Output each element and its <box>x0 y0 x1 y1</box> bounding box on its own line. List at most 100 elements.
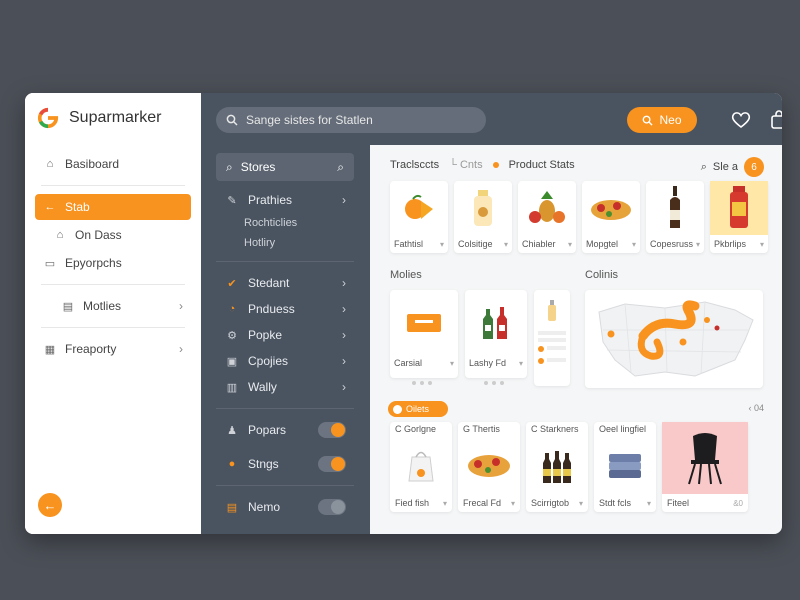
search-input[interactable]: Sange sistes for Statlen <box>216 107 486 133</box>
map-icon <box>598 300 754 377</box>
box-image <box>390 290 458 354</box>
chart-icon: ▥ <box>226 381 238 394</box>
bottles-image <box>465 290 527 354</box>
chevron-down-icon: ▾ <box>695 239 700 249</box>
nav-dashboard[interactable]: ⌂ Basiboard <box>35 151 191 177</box>
product-card[interactable]: C Gorlgne Fied fish ▾ <box>390 422 452 512</box>
pagination-control[interactable]: ‹ 04 <box>748 403 764 413</box>
new-button[interactable]: Neo <box>627 107 697 133</box>
brand[interactable]: Suparmarker <box>37 107 161 129</box>
product-card[interactable]: Mopgtel ▾ <box>582 181 640 253</box>
divider <box>216 408 354 409</box>
menu-item-pnduess[interactable]: ◔ Pnduess › <box>216 296 354 322</box>
nav-label: Freaporty <box>65 342 117 356</box>
check-icon: ✔ <box>227 277 237 290</box>
left-sidebar: Suparmarker ⌂ Basiboard ← Stab ⌂ On Dass… <box>25 93 201 534</box>
bag-image <box>390 436 452 494</box>
menu-item-stedant[interactable]: ✔ Stedant › <box>216 270 354 296</box>
nav-label: Stab <box>65 200 90 214</box>
menu-subitem[interactable]: Hotliry <box>216 233 354 253</box>
product-stats-label[interactable]: Product Stats <box>509 159 575 171</box>
menu-item-popke[interactable]: ⚙ Popke › <box>216 322 354 348</box>
monitor-icon: ▭ <box>44 257 56 270</box>
product-card[interactable]: Fiteel &0 <box>662 422 748 512</box>
tab-cnts[interactable]: └ Cnts <box>449 159 482 171</box>
nav-stab[interactable]: ← Stab <box>35 194 191 220</box>
pagination-dots <box>484 381 504 385</box>
menu-item-stngs[interactable]: ● Stngs <box>216 451 354 477</box>
search-icon <box>643 115 654 126</box>
search-text: Sange sistes for Statlen <box>246 113 373 127</box>
tab-traclsccts[interactable]: Traclsccts <box>390 159 439 171</box>
nav-label: On Dass <box>75 228 122 242</box>
sort-label[interactable]: Sle a <box>713 161 738 173</box>
nav-epyorpchs[interactable]: ▭ Epyorpchs <box>35 250 191 276</box>
menu-item-cpojies[interactable]: ▣ Cpojies › <box>216 348 354 374</box>
main-panel: Sange sistes for Statlen Neo ⌕ Stores ⌕ <box>201 93 782 534</box>
count-badge[interactable]: 6 <box>744 157 764 177</box>
product-card[interactable]: C Starkners Scirrigtob ▾ <box>526 422 588 512</box>
menu-label: Pnduess <box>248 302 295 316</box>
card-title: C Starkners <box>531 424 579 434</box>
chevron-right-icon: › <box>342 354 346 368</box>
pasta-image <box>582 181 640 235</box>
menu-item-popars[interactable]: ♟ Popars <box>216 417 354 443</box>
beer-bottles-image <box>526 436 588 494</box>
product-card[interactable]: Fathtisl ▾ <box>390 181 448 253</box>
sauce-jar-image <box>710 181 768 235</box>
stngs-toggle[interactable] <box>318 456 346 472</box>
menu-item-nemo[interactable]: ▤ Nemo <box>216 494 354 520</box>
people-icon: ♟ <box>227 424 237 437</box>
heart-icon[interactable] <box>729 108 753 132</box>
chevron-down-icon: ▾ <box>503 239 508 249</box>
divider <box>41 185 185 186</box>
menu-header-label: Stores <box>240 160 276 174</box>
nav-freaporty[interactable]: ▦ Freaporty › <box>35 336 191 362</box>
search-icon[interactable]: ⌕ <box>701 161 707 174</box>
home-icon: ⌂ <box>46 158 54 170</box>
menu-header-stores[interactable]: ⌕ Stores ⌕ <box>216 153 354 181</box>
arrow-left-icon: ← <box>44 201 56 213</box>
chevron-down-icon: ▾ <box>631 239 636 249</box>
product-card[interactable]: Colsitige ▾ <box>454 181 512 253</box>
gear-icon: ⚙ <box>227 329 237 342</box>
back-button[interactable]: ← <box>38 493 62 517</box>
nav-motlies[interactable]: ▤ Motlies › <box>35 293 191 319</box>
menu-item-prathies[interactable]: ✎ Prathies › <box>216 187 354 213</box>
chevron-right-icon: › <box>342 193 346 207</box>
chevron-down-icon: ▾ <box>518 358 523 368</box>
content-area: Traclsccts └ Cnts Product Stats ⌕ Sle a … <box>370 145 782 534</box>
popars-toggle[interactable] <box>318 422 346 438</box>
bag-icon[interactable] <box>767 108 782 132</box>
section-title-colinis: Colinis <box>585 269 619 281</box>
filter-pill[interactable]: Oilets <box>388 401 448 417</box>
product-label: Frecal Fd <box>463 498 502 508</box>
grid-icon: ▤ <box>62 300 74 313</box>
map-panel[interactable] <box>585 290 763 388</box>
towels-image <box>594 436 656 494</box>
product-grid: Fathtisl ▾ Colsitige ▾ Chiabler ▾ Mopgte… <box>390 181 768 253</box>
chevron-right-icon: › <box>342 276 346 290</box>
product-card[interactable]: Oeel lingfiel Stdt fcls ▾ <box>594 422 656 512</box>
product-card[interactable]: G Thertis Frecal Fd ▾ <box>458 422 520 512</box>
chevron-down-icon: ▾ <box>646 498 651 508</box>
menu-subitem[interactable]: Rochticlies <box>216 213 354 233</box>
search-icon: ⌕ <box>226 159 233 174</box>
box-icon: ▣ <box>226 355 238 368</box>
product-card[interactable]: Chiabler ▾ <box>518 181 576 253</box>
calendar-icon: ▦ <box>44 343 56 356</box>
search-icon: ⌕ <box>337 159 344 174</box>
product-card[interactable]: Pkbrlips ▾ <box>710 181 768 253</box>
search-icon <box>226 114 238 126</box>
chevron-down-icon: ▾ <box>578 498 583 508</box>
side-list[interactable] <box>534 290 570 386</box>
product-card[interactable]: Carsial ▾ <box>390 290 458 378</box>
product-card[interactable]: Lashy Fd ▾ <box>465 290 527 378</box>
menu-label: Prathies <box>248 193 293 207</box>
brand-name: Suparmarker <box>69 109 162 126</box>
nemo-toggle[interactable] <box>318 499 346 515</box>
product-card[interactable]: Copesruss ▾ <box>646 181 704 253</box>
menu-item-wally[interactable]: ▥ Wally › <box>216 374 354 400</box>
nav-on-dass[interactable]: ⌂ On Dass <box>35 222 191 248</box>
nav-label: Epyorpchs <box>65 256 122 270</box>
